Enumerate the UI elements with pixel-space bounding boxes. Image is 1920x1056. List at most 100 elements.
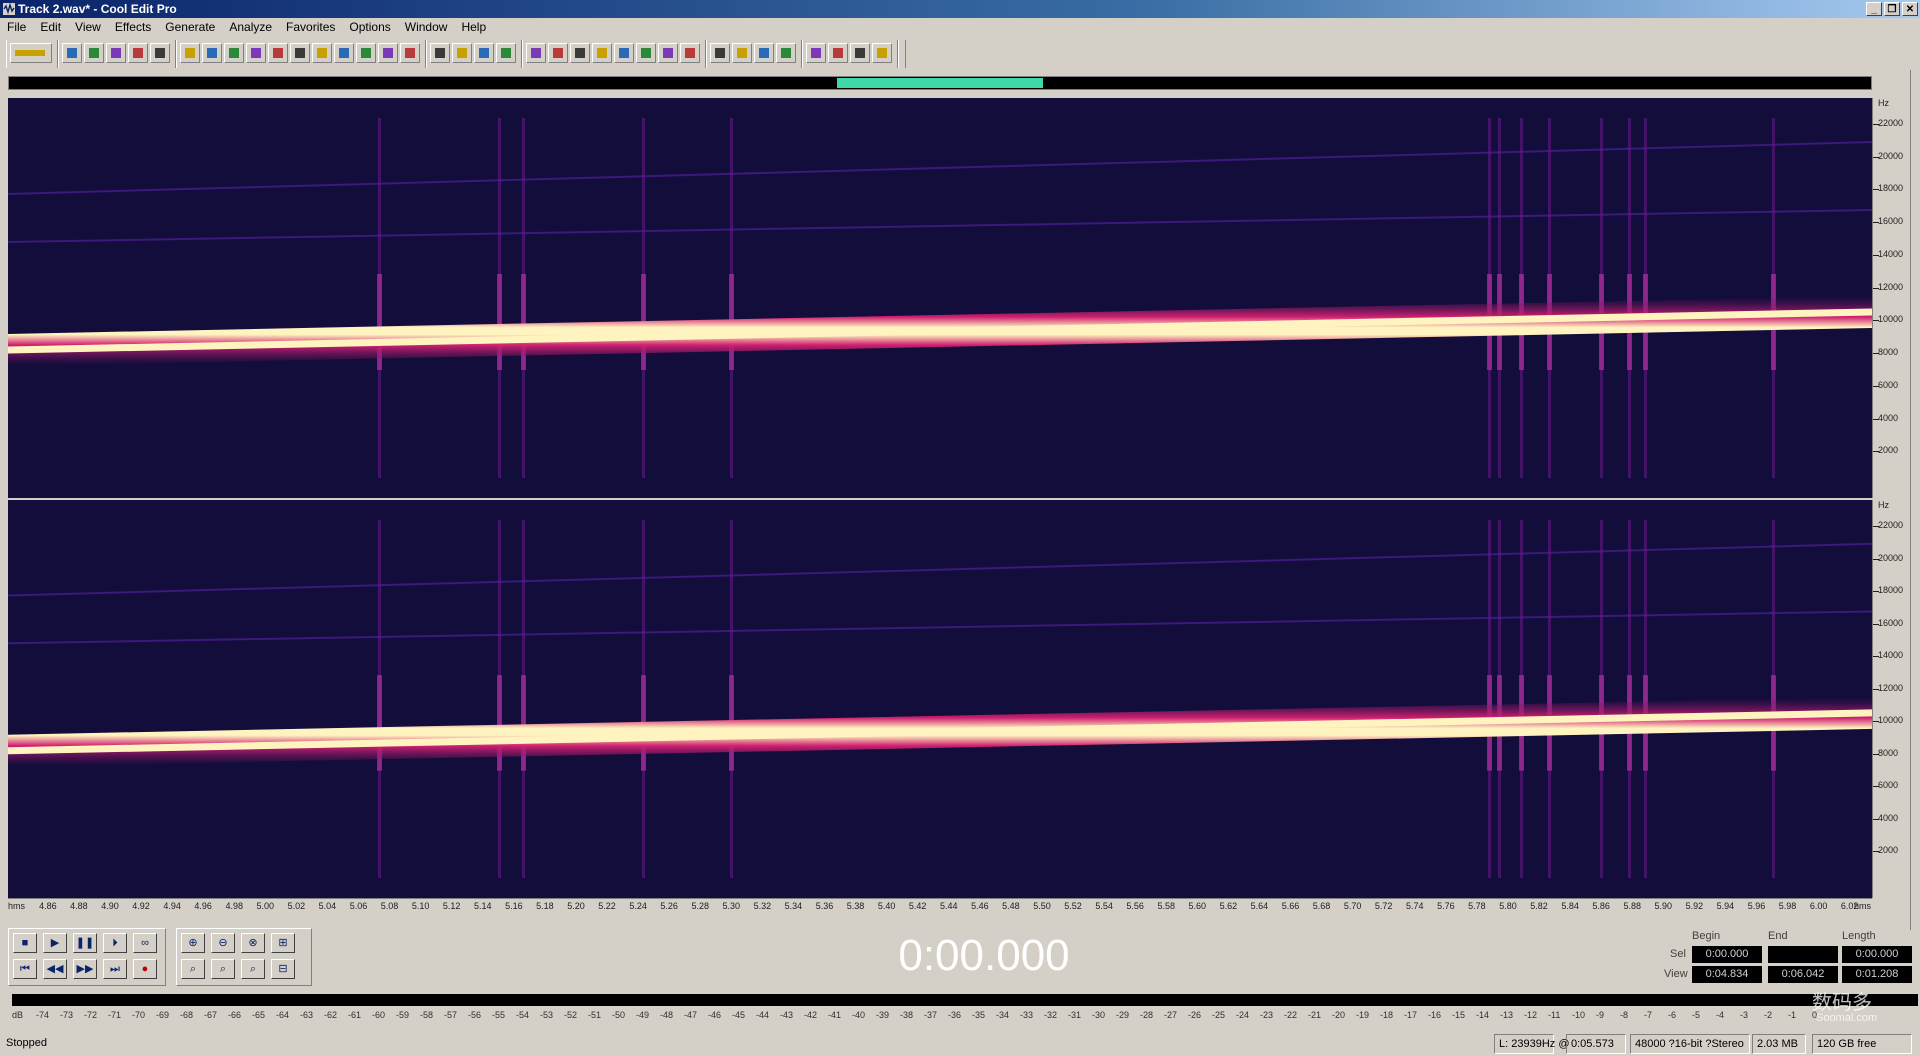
play-to-end-button[interactable]: ⏵: [103, 933, 127, 953]
menu-view[interactable]: View: [68, 18, 108, 37]
zoom-out-full-button[interactable]: ⊗: [241, 933, 265, 953]
fx-2-button[interactable]: [754, 43, 774, 63]
silence-button[interactable]: [378, 43, 398, 63]
fx-4-button[interactable]: [806, 43, 826, 63]
menu-file[interactable]: File: [0, 18, 33, 37]
open-button[interactable]: [84, 43, 104, 63]
help-button[interactable]: [710, 43, 730, 63]
trim-button[interactable]: [290, 43, 310, 63]
minimize-button[interactable]: _: [1866, 2, 1882, 16]
edit-view-button[interactable]: [526, 43, 546, 63]
menu-help[interactable]: Help: [454, 18, 493, 37]
go-end-button[interactable]: ⏭: [103, 959, 127, 979]
fast-forward-button[interactable]: ▶▶: [73, 959, 97, 979]
copy-button[interactable]: [246, 43, 266, 63]
zoom-selection-button[interactable]: ⌕: [181, 959, 205, 979]
settings-button[interactable]: [680, 43, 700, 63]
time-label: 5.52: [1064, 901, 1082, 911]
sel-length-field[interactable]: 0:00.000: [1842, 946, 1912, 963]
cut-tool-button[interactable]: [224, 43, 244, 63]
vertical-scroll-strip[interactable]: [1910, 70, 1920, 930]
envelope-view-button[interactable]: [496, 43, 516, 63]
time-label: 5.90: [1654, 901, 1673, 911]
go-start-button[interactable]: ⏮: [13, 959, 37, 979]
overview-bar[interactable]: [8, 76, 1872, 90]
zoom-out-button[interactable]: ⊖: [211, 933, 235, 953]
level-label: -15: [1452, 1010, 1466, 1020]
new-button[interactable]: [62, 43, 82, 63]
close-button[interactable]: [150, 43, 170, 63]
metronome-button[interactable]: [614, 43, 634, 63]
freq-unit-label: Hz: [1878, 500, 1889, 510]
split-button[interactable]: [312, 43, 332, 63]
view-end-field[interactable]: 0:06.042: [1768, 966, 1838, 983]
level-label: -1: [1788, 1010, 1797, 1020]
loop-button[interactable]: ∞: [133, 933, 157, 953]
time-label: 5.72: [1374, 901, 1393, 911]
menu-window[interactable]: Window: [398, 18, 455, 37]
sel-begin-field[interactable]: 0:00.000: [1692, 946, 1762, 963]
play-button[interactable]: ▶: [43, 933, 67, 953]
zoom-in-vertical-button[interactable]: ⊞: [271, 933, 295, 953]
mixer-button[interactable]: [658, 43, 678, 63]
spectrogram-background: [8, 98, 1872, 498]
close-button[interactable]: ✕: [1902, 2, 1918, 16]
menu-edit[interactable]: Edit: [33, 18, 68, 37]
freq-label: 2000: [1878, 845, 1899, 856]
spectrogram-right-channel[interactable]: [8, 500, 1872, 898]
menu-analyze[interactable]: Analyze: [222, 18, 279, 37]
menu-favorites[interactable]: Favorites: [279, 18, 342, 37]
zoom-in-full-button[interactable]: ⊕: [181, 933, 205, 953]
paste-button[interactable]: [268, 43, 288, 63]
spectrogram-left-channel[interactable]: [8, 98, 1872, 498]
multitrack-view-button[interactable]: [548, 43, 568, 63]
spectral-view-button[interactable]: [430, 43, 450, 63]
level-label: -43: [780, 1010, 794, 1020]
time-label: 5.82: [1530, 901, 1548, 911]
insert-button[interactable]: [334, 43, 354, 63]
tool-c-button[interactable]: [872, 43, 892, 63]
overview-selection[interactable]: [837, 78, 1043, 88]
menu-effects[interactable]: Effects: [108, 18, 158, 37]
zoom-out-vertical-button[interactable]: ⊟: [271, 959, 295, 979]
zoom-selection-button[interactable]: [592, 43, 612, 63]
menu-options[interactable]: Options: [342, 18, 397, 37]
view-length-field[interactable]: 0:01.208: [1842, 966, 1912, 983]
level-label: -13: [1500, 1010, 1514, 1020]
time-label: 4.90: [101, 901, 119, 911]
level-label: -30: [1092, 1010, 1106, 1020]
tool-b-button[interactable]: [850, 43, 870, 63]
trim-icon: [295, 48, 305, 58]
save-button[interactable]: [106, 43, 126, 63]
freq-label: 14000: [1878, 248, 1904, 259]
pause-button[interactable]: ❚❚: [73, 933, 97, 953]
cd-view-button[interactable]: [636, 43, 656, 63]
watermark: 数码多 Soomal.com: [1812, 986, 1916, 1030]
zoom-right-button[interactable]: ⌕: [241, 959, 265, 979]
mix-paste-button[interactable]: [356, 43, 376, 63]
time-label: 4.98: [225, 901, 243, 911]
zoom-left-button[interactable]: ⌕: [211, 959, 235, 979]
time-label: 5.96: [1747, 901, 1766, 911]
fx-3-button[interactable]: [776, 43, 796, 63]
spectral-pan-button[interactable]: [452, 43, 472, 63]
view-begin-field[interactable]: 0:04.834: [1692, 966, 1762, 983]
restore-button[interactable]: ❐: [1884, 2, 1900, 16]
record-button[interactable]: ●: [133, 959, 157, 979]
select-all-button[interactable]: [400, 43, 420, 63]
play-cursor-button[interactable]: [570, 43, 590, 63]
stop-button[interactable]: ■: [13, 933, 37, 953]
undo-button[interactable]: [180, 43, 200, 63]
redo-button[interactable]: [202, 43, 222, 63]
spectral-phase-button[interactable]: [474, 43, 494, 63]
waveform-view-button[interactable]: [10, 43, 52, 63]
fx-1-button[interactable]: [732, 43, 752, 63]
sel-end-field[interactable]: [1768, 946, 1838, 963]
level-label: -46: [708, 1010, 722, 1020]
rewind-button[interactable]: ◀◀: [43, 959, 67, 979]
save-as-button[interactable]: [128, 43, 148, 63]
time-label: 5.64: [1250, 901, 1269, 911]
menu-generate[interactable]: Generate: [158, 18, 222, 37]
tool-a-button[interactable]: [828, 43, 848, 63]
level-label: -5: [1692, 1010, 1701, 1020]
